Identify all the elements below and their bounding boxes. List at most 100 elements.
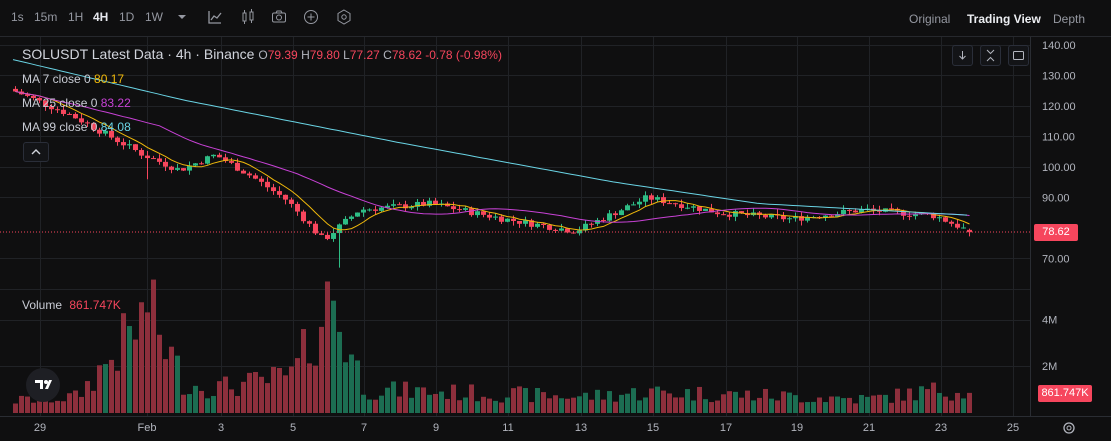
volume-bar [313, 365, 318, 413]
volume-bar [889, 402, 894, 413]
volume-bar [439, 391, 444, 413]
candle-body [475, 211, 480, 216]
tradingview-logo[interactable] [26, 368, 60, 402]
volume-bar [457, 400, 462, 413]
volume-bar [523, 388, 528, 413]
maximize-icon [1013, 51, 1024, 60]
candle-body [391, 204, 396, 206]
candle-body [265, 181, 270, 188]
volume-bar [721, 394, 726, 413]
collapse-icon [986, 49, 995, 62]
volume-bar [961, 398, 966, 413]
ma25-label: MA 25 close 0 [22, 96, 98, 110]
volume-legend: Volume 861.747K [22, 298, 121, 312]
volume-bar [139, 302, 144, 413]
volume-bar [55, 400, 60, 413]
price-tick-label: 130.00 [1042, 71, 1076, 83]
volume-bar [349, 354, 354, 413]
volume-bar [943, 396, 948, 413]
volume-bar [127, 326, 132, 413]
time-tick-label: 11 [502, 422, 513, 434]
volume-bar [199, 390, 204, 413]
volume-bar [121, 313, 126, 413]
volume-bar [241, 381, 246, 413]
volume-bar [949, 400, 954, 413]
candle-body [253, 175, 258, 179]
candle-body [667, 203, 672, 205]
volume-bar [883, 394, 888, 413]
volume-bar [967, 392, 972, 413]
candle-body [145, 155, 150, 159]
collapse-legend-button[interactable] [23, 142, 49, 162]
volume-bar [379, 395, 384, 413]
last-price-tag: 78.62 [1034, 224, 1078, 241]
collapse-pane-button[interactable] [980, 45, 1001, 66]
candle-body [277, 191, 282, 195]
volume-bar [283, 375, 288, 413]
volume-bar [487, 398, 492, 413]
candle-body [211, 154, 216, 157]
candle-body [283, 194, 288, 200]
candle-body [301, 211, 306, 222]
volume-bar [715, 400, 720, 413]
candle-body [853, 210, 858, 213]
candle-body [913, 214, 918, 217]
tradingview-logo-icon [35, 380, 52, 389]
volume-bar [193, 385, 198, 413]
maximize-pane-button[interactable] [1008, 45, 1029, 66]
volume-bar [937, 392, 942, 413]
volume-bar [517, 386, 522, 413]
volume-bar [931, 382, 936, 413]
volume-bar [13, 403, 18, 413]
candle-body [121, 142, 126, 146]
volume-bar [637, 400, 642, 413]
volume-bar [325, 281, 330, 413]
volume-bar [673, 397, 678, 413]
volume-bar [79, 396, 84, 413]
volume-bar [109, 359, 114, 413]
volume-bar [49, 402, 54, 413]
volume-bar [505, 397, 510, 413]
candle-body [553, 229, 558, 231]
volume-bar [607, 391, 612, 413]
price-chart[interactable]: 140.00 130.00 120.00 110.00 100.00 90.00 70.00… [0, 0, 1111, 441]
candle-body [133, 144, 138, 151]
candle-body [847, 209, 852, 211]
time-tick-label: 21 [863, 422, 875, 434]
price-tick-label: 140.00 [1042, 40, 1076, 52]
volume-bar [415, 387, 420, 413]
settings-gear-icon[interactable] [1061, 420, 1077, 436]
volume-bar [535, 387, 540, 413]
candle-body [463, 208, 468, 210]
volume-bar [445, 398, 450, 413]
candle-body [907, 215, 912, 217]
arrow-down-icon [959, 51, 966, 60]
volume-bar [787, 392, 792, 413]
time-tick-label: 9 [433, 422, 439, 434]
candle-body [73, 113, 78, 119]
ma99-line [12, 59, 968, 216]
candle-body [229, 161, 234, 163]
candle-body [151, 158, 156, 160]
volume-bar [595, 389, 600, 413]
time-tick-label: 25 [1007, 422, 1019, 434]
candle-body [889, 208, 894, 210]
candle-body [673, 203, 678, 205]
volume-bar [229, 389, 234, 413]
time-tick-label: 5 [290, 422, 296, 434]
volume-bar [877, 394, 882, 413]
volume-bar [835, 396, 840, 413]
candle-body [115, 137, 120, 143]
candle-body [685, 207, 690, 209]
volume-bar [73, 390, 78, 413]
volume-bar [373, 399, 378, 413]
volume-bar [745, 390, 750, 413]
candle-body [325, 234, 330, 239]
move-down-button[interactable] [952, 45, 973, 66]
open-label: O [258, 48, 268, 62]
volume-bar [583, 392, 588, 413]
volume-bar [133, 339, 138, 413]
volume-bar [691, 400, 696, 413]
candle-body [355, 212, 360, 217]
volume-bar [343, 362, 348, 413]
